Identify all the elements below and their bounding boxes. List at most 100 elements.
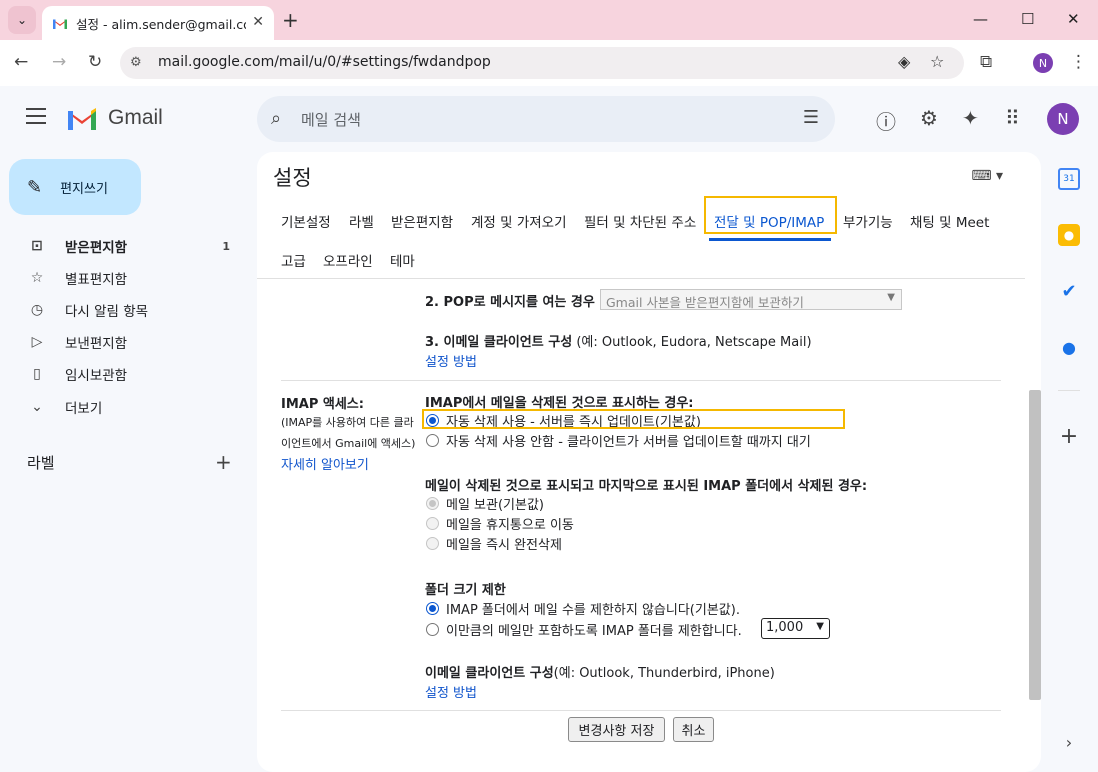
sidebar-item-starred[interactable]: ☆ 별표편지함 <box>0 262 250 294</box>
labels-header: 라벨 <box>27 454 55 472</box>
address-bar[interactable]: ⚙ mail.google.com/mail/u/0/#settings/fwd… <box>120 47 964 79</box>
tab-filters[interactable]: 필터 및 차단된 주소 <box>584 211 696 231</box>
main-menu-icon[interactable] <box>26 108 46 124</box>
settings-gear-icon[interactable]: ⚙ <box>920 106 938 130</box>
minimize-icon[interactable]: — <box>973 10 988 28</box>
tab-offline[interactable]: 오프라인 <box>323 250 373 270</box>
sidebar-item-label: 별표편지함 <box>65 272 128 288</box>
browser-menu-icon[interactable]: ⋮ <box>1070 52 1087 72</box>
search-options-icon[interactable]: ☰ <box>803 107 819 128</box>
learn-more-link[interactable]: 자세히 알아보기 <box>281 454 369 473</box>
imap-access-title: IMAP 액세스: <box>281 397 364 412</box>
forward-arrow-icon[interactable]: → <box>52 52 66 72</box>
tab-advanced[interactable]: 고급 <box>281 250 306 270</box>
tab-close-icon[interactable]: ✕ <box>252 14 264 30</box>
side-divider <box>1058 390 1080 391</box>
tab-accounts[interactable]: 계정 및 가져오기 <box>471 211 567 231</box>
search-bar[interactable]: ⌕ 메일 검색 ☰ <box>257 96 835 142</box>
browser-toolbar: ← → ↻ ⚙ mail.google.com/mail/u/0/#settin… <box>0 40 1098 86</box>
browser-profile-avatar[interactable]: N <box>1033 53 1053 73</box>
new-tab-button[interactable]: + <box>282 8 299 32</box>
account-avatar[interactable]: N <box>1047 103 1079 135</box>
auto-expunge-off-label[interactable]: 자동 삭제 사용 안함 - 클라이언트가 서버를 업데이트할 때까지 대기 <box>446 431 811 450</box>
pop-step3-label: 3. 이메일 클라이언트 구성 <box>425 335 573 350</box>
unread-count: 1 <box>222 239 230 253</box>
sidebar-item-label: 받은편지함 <box>65 240 128 256</box>
imap-desc-line2: 이언트에서 Gmail에 액세스) <box>281 437 416 450</box>
extensions-icon[interactable]: ⧉ <box>980 52 992 72</box>
pencil-icon: ✎ <box>27 176 43 198</box>
add-addon-icon[interactable]: + <box>1058 424 1080 449</box>
no-limit-radio[interactable] <box>426 602 439 615</box>
gemini-sparkle-icon[interactable]: ✦ <box>962 106 979 130</box>
compose-button[interactable]: ✎ 편지쓰기 <box>9 159 141 215</box>
tab-addons[interactable]: 부가기능 <box>843 211 893 231</box>
browser-titlebar: ⌄ 설정 - alim.sender@gmail.com ✕ + — ☐ ✕ <box>0 0 1098 40</box>
sidebar-item-snoozed[interactable]: ◷ 다시 알림 항목 <box>0 294 250 326</box>
calendar-icon[interactable]: 31 <box>1058 168 1080 190</box>
back-arrow-icon[interactable]: ← <box>14 52 28 72</box>
add-label-icon[interactable]: + <box>215 450 232 474</box>
url-text[interactable]: mail.google.com/mail/u/0/#settings/fwdan… <box>158 54 491 70</box>
highlight-tab-box <box>704 196 837 234</box>
draft-icon: ▯ <box>33 366 41 382</box>
browser-tab-active[interactable]: 설정 - alim.sender@gmail.com ✕ <box>42 6 274 40</box>
trash-label[interactable]: 메일을 휴지통으로 이동 <box>446 514 574 533</box>
help-icon[interactable]: ⓘ <box>876 106 896 135</box>
no-limit-label[interactable]: IMAP 폴더에서 메일 수를 제한하지 않습니다(기본값). <box>446 599 740 618</box>
clock-icon: ◷ <box>30 302 44 318</box>
keyboard-input-icon[interactable]: ⌨ ▾ <box>971 168 1003 184</box>
save-changes-button[interactable]: 변경사항 저장 <box>568 717 665 742</box>
pop-step2-label: 2. POP로 메시지를 여는 경우 <box>425 295 595 310</box>
tab-chat-meet[interactable]: 채팅 및 Meet <box>910 211 989 231</box>
tab-labels[interactable]: 라벨 <box>349 211 374 231</box>
tab-general[interactable]: 기본설정 <box>281 211 331 231</box>
folder-limit-select[interactable]: 1,000 ▼ <box>761 618 830 639</box>
bookmark-star-icon[interactable]: ☆ <box>930 52 944 71</box>
delete-forever-label[interactable]: 메일을 즉시 완전삭제 <box>446 534 562 553</box>
install-app-icon[interactable]: ◈ <box>898 52 910 71</box>
gmail-logo[interactable]: Gmail <box>66 106 163 130</box>
tasks-icon[interactable]: ✔ <box>1058 280 1080 302</box>
window-close-icon[interactable]: ✕ <box>1067 10 1080 28</box>
settings-scrollbar[interactable] <box>1029 390 1041 700</box>
pop-setup-link[interactable]: 설정 방법 <box>425 351 477 370</box>
section-divider <box>281 710 1001 711</box>
archive-radio[interactable] <box>426 497 439 510</box>
search-input[interactable]: 메일 검색 <box>301 109 361 130</box>
contacts-icon[interactable]: ● <box>1058 336 1080 358</box>
site-settings-icon[interactable]: ⚙ <box>130 55 142 70</box>
trash-radio[interactable] <box>426 517 439 530</box>
imap-client-config: 이메일 클라이언트 구성(예: Outlook, Thunderbird, iP… <box>425 662 775 681</box>
sidebar-item-more[interactable]: ⌄ 더보기 <box>0 391 250 423</box>
settings-panel: 설정 ⌨ ▾ 기본설정 라벨 받은편지함 계정 및 가져오기 필터 및 차단된 … <box>257 152 1041 772</box>
sidebar-item-sent[interactable]: ▷ 보낸편지함 <box>0 326 250 358</box>
sidebar-item-inbox[interactable]: ⊡ 받은편지함 1 <box>0 230 250 262</box>
tabs-divider <box>257 278 1025 279</box>
reload-icon[interactable]: ↻ <box>88 52 102 72</box>
gmail-favicon-icon <box>53 19 67 29</box>
delete-forever-radio[interactable] <box>426 537 439 550</box>
cancel-button[interactable]: 취소 <box>673 717 714 742</box>
active-tab-indicator <box>709 238 831 241</box>
limit-radio[interactable] <box>426 623 439 636</box>
chevron-right-icon[interactable]: › <box>1058 731 1080 753</box>
keep-icon[interactable]: ● <box>1058 224 1080 246</box>
auto-expunge-off-radio[interactable] <box>426 434 439 447</box>
sidebar-item-drafts[interactable]: ▯ 임시보관함 <box>0 358 250 390</box>
chevron-down-icon: ⌄ <box>31 399 43 415</box>
gmail-app: Gmail ⌕ 메일 검색 ☰ ⓘ ⚙ ✦ ⠿ N ✎ 편지쓰기 ⊡ 받은편지함… <box>0 86 1098 772</box>
archive-label[interactable]: 메일 보관(기본값) <box>446 494 544 513</box>
imap-setup-link[interactable]: 설정 방법 <box>425 682 477 701</box>
limit-label[interactable]: 이만큼의 메일만 포함하도록 IMAP 폴더를 제한합니다. <box>446 620 742 639</box>
gmail-logo-text: Gmail <box>108 106 163 129</box>
tab-list-button[interactable]: ⌄ <box>8 6 36 34</box>
maximize-icon[interactable]: ☐ <box>1021 10 1034 28</box>
search-icon[interactable]: ⌕ <box>271 108 281 129</box>
tab-inbox[interactable]: 받은편지함 <box>391 211 453 231</box>
pop-action-select: Gmail 사본을 받은편지함에 보관하기 ▼ <box>600 289 902 310</box>
inbox-icon: ⊡ <box>31 238 43 254</box>
tab-themes[interactable]: 테마 <box>390 250 415 270</box>
apps-grid-icon[interactable]: ⠿ <box>1005 106 1020 130</box>
imap-client-example: (예: Outlook, Thunderbird, iPhone) <box>553 666 775 681</box>
